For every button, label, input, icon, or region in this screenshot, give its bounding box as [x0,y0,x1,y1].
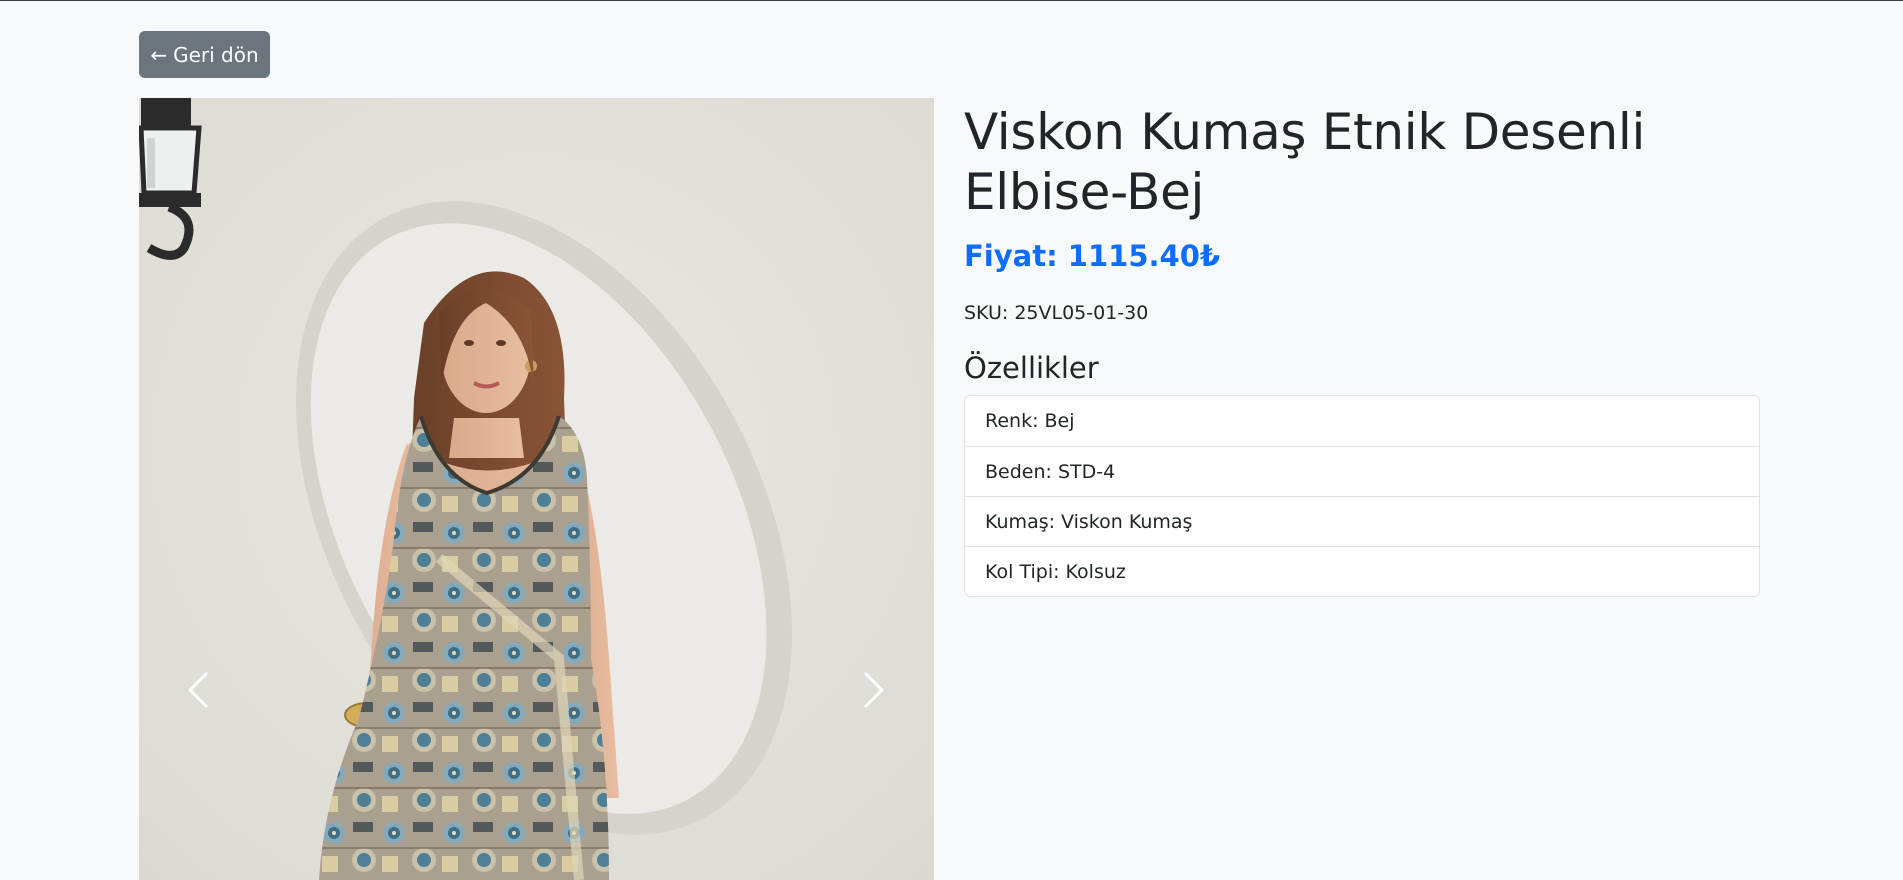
feature-item-color: Renk: Bej [985,410,1075,432]
arrow-left-icon: ← [150,42,168,67]
features-list: Renk: Bej Beden: STD-4 Kumaş: Viskon Kum… [964,395,1760,597]
product-sku: SKU: 25VL05-01-30 [964,301,1760,325]
window-top-border [0,0,1903,1]
carousel-prev-button[interactable] [168,640,228,740]
product-image-carousel [139,98,934,880]
feature-item-sleeve: Kol Tipi: Kolsuz [965,546,1759,596]
product-info: Viskon Kumaş Etnik Desenli Elbise-Bej Fi… [964,98,1760,597]
sku-label: SKU: [964,302,1009,324]
feature-item-fabric: Kumaş: Viskon Kumaş [965,496,1759,546]
features-heading: Özellikler [964,351,1099,385]
chevron-left-icon [188,672,208,708]
feature-item-size: Beden: STD-4 [965,446,1759,496]
product-price: Fiyat: 1115.40₺ [964,239,1221,273]
back-button[interactable]: ← Geri dön [139,31,270,78]
product-title: Viskon Kumaş Etnik Desenli Elbise-Bej [964,103,1646,221]
sku-value: 25VL05-01-30 [1014,302,1149,324]
product-photo [139,98,934,880]
chevron-right-icon [864,672,884,708]
carousel-next-button[interactable] [844,640,904,740]
back-button-label: Geri dön [173,42,259,67]
